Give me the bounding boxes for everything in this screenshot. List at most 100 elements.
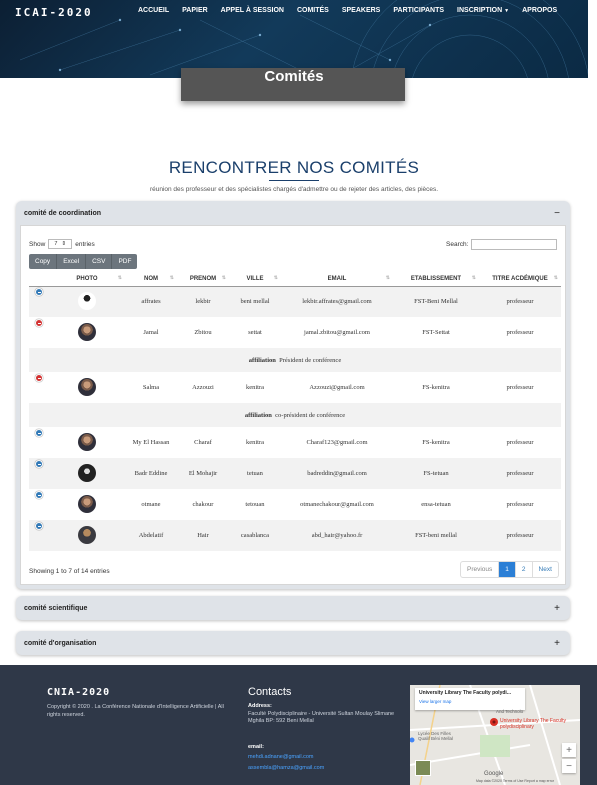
child-detail-row: affiliation co-président de conférence: [29, 403, 561, 427]
ville-cell: beni mellal: [229, 286, 281, 317]
page-length-control: Show 7 ⇕ entries: [29, 239, 95, 249]
accordion-coordination: comité de coordination − Show 7 ⇕ entries…: [16, 201, 570, 589]
expand-row-icon[interactable]: [35, 522, 43, 530]
entries-label: entries: [75, 240, 95, 248]
nav-accueil[interactable]: ACCUEIL: [138, 7, 169, 14]
csv-button[interactable]: CSV: [86, 254, 113, 269]
nom-cell: affrates: [125, 286, 177, 317]
column-header-ville[interactable]: VILLE ⇅: [229, 272, 281, 287]
collapse-row-icon[interactable]: [35, 319, 43, 327]
map-label: And Technolo: [496, 709, 524, 714]
column-header-prenom[interactable]: PRENOM ⇅: [177, 272, 229, 287]
column-header-label: PHOTO: [76, 275, 98, 282]
prenom-cell: Zbitou: [194, 329, 212, 336]
page-1-button[interactable]: 1: [499, 562, 516, 577]
expand-row-icon[interactable]: [35, 460, 43, 468]
zoom-out-button[interactable]: −: [562, 759, 576, 773]
child-detail-cell: affiliation co-président de conférence: [29, 403, 561, 427]
table-row: My El Hassan Charaf kenitra Charaf123@gm…: [29, 427, 561, 458]
table-row: Abdelatif Hair casablanca abd_hair@yahoo…: [29, 520, 561, 551]
page-length-select[interactable]: 7 ⇕: [48, 239, 73, 249]
row-control-cell: [29, 520, 49, 551]
email-link[interactable]: mehdi.adnane@gmail.com: [248, 754, 314, 760]
sort-icon: ⇅: [385, 275, 390, 281]
pdf-button[interactable]: PDF: [112, 254, 138, 269]
email-cell: Azzouzi@gmail.com: [309, 384, 365, 391]
site-brand[interactable]: ICAI-2020: [15, 6, 93, 19]
column-header-label: NOM: [144, 275, 158, 282]
section-title: RENCONTRER NOS COMITÉS: [168, 158, 420, 177]
child-value: Président de conférence: [279, 356, 342, 364]
accordion-header-organisation[interactable]: comité d'organisation +: [16, 631, 570, 655]
map-place-label: University Library The Faculty polydisci…: [500, 718, 567, 730]
excel-button[interactable]: Excel: [57, 254, 87, 269]
nom-cell: Badr Eddine: [125, 458, 177, 489]
avatar: [78, 291, 96, 310]
avatar: [78, 322, 96, 341]
nav-papier[interactable]: PAPIER: [182, 7, 208, 14]
titre-cell: professeur: [479, 520, 561, 551]
etablissement-cell: ensa-tetuan: [421, 501, 451, 508]
title-underline: [269, 180, 319, 181]
select-arrow-icon: ⇕: [61, 241, 67, 247]
sort-icon: ⇅: [471, 275, 476, 281]
previous-page-button[interactable]: Previous: [461, 562, 500, 577]
nom-cell: Jamal: [143, 329, 159, 336]
nom-cell: Abdelatif: [125, 520, 177, 551]
column-header-nom[interactable]: NOM ⇅: [125, 272, 177, 287]
next-page-button[interactable]: Next: [533, 562, 558, 577]
ville-cell: casablanca: [229, 520, 281, 551]
accordion-organisation: comité d'organisation +: [16, 631, 570, 655]
copy-button[interactable]: Copy: [29, 254, 58, 269]
table-row: affrates lekbir beni mellal lekbir.affra…: [29, 286, 561, 317]
expand-row-icon[interactable]: [35, 491, 43, 499]
column-header-photo[interactable]: PHOTO ⇅: [49, 272, 125, 287]
control-column-header: [29, 272, 49, 287]
export-buttons: Copy Excel CSV PDF: [29, 254, 138, 269]
accordion-header-scientifique[interactable]: comité scientifique +: [16, 596, 570, 620]
expand-row-icon[interactable]: [35, 288, 43, 297]
avatar: [78, 525, 96, 544]
view-larger-map-link[interactable]: View larger map: [419, 699, 521, 704]
column-header-etablissement[interactable]: ETABLISSEMENT ⇅: [393, 272, 479, 287]
collapse-row-icon[interactable]: [35, 374, 43, 382]
accordion-title: comité d'organisation: [24, 639, 97, 647]
accordion-header-coordination[interactable]: comité de coordination −: [16, 201, 570, 225]
column-header-email[interactable]: EMAIL ⇅: [281, 272, 393, 287]
child-label: affiliation: [244, 411, 272, 419]
email-cell: badreddin@gmail.com: [281, 458, 393, 489]
nav-participants[interactable]: PARTICIPANTS: [393, 7, 444, 14]
nav-apropos[interactable]: APROPOS: [522, 7, 557, 14]
location-map[interactable]: University Library The Faculty polydi...…: [410, 685, 580, 785]
satellite-toggle[interactable]: [415, 760, 431, 776]
map-card-title: University Library The Faculty polydi...: [419, 690, 511, 696]
address-text: Faculté Polydisciplinaire - Université S…: [248, 711, 395, 724]
committee-table: PHOTO ⇅ NOM ⇅ PRENOM ⇅ VILLE ⇅ EMAIL ⇅ ETABLI…: [29, 272, 561, 551]
ville-cell: settat: [248, 329, 262, 336]
page-title: Comités: [264, 68, 324, 85]
page-2-button[interactable]: 2: [516, 562, 533, 577]
map-info-card: University Library The Faculty polydi...…: [415, 688, 525, 710]
etablissement-cell: FST-beni mellal: [393, 520, 479, 551]
sort-icon: ⇅: [273, 275, 278, 281]
show-label: Show: [29, 240, 46, 248]
row-control-cell: [29, 458, 49, 489]
photo-cell: [49, 458, 125, 489]
nav-comites[interactable]: COMITÉS: [297, 7, 329, 14]
nav-appel-session[interactable]: APPEL À SESSION: [221, 7, 284, 14]
email-link[interactable]: assembla@hamza@gmail.com: [248, 765, 324, 771]
nav-inscription[interactable]: INSCRIPTION ▼: [457, 7, 509, 14]
nav-speakers[interactable]: SPEAKERS: [342, 7, 381, 14]
photo-cell: [49, 286, 125, 317]
column-header-label: VILLE: [246, 275, 264, 282]
sort-icon: ⇅: [117, 275, 122, 281]
zoom-in-button[interactable]: +: [562, 743, 576, 757]
avatar: [78, 377, 96, 396]
expand-row-icon[interactable]: [35, 429, 43, 437]
search-input[interactable]: [471, 239, 558, 250]
ville-cell: tetouan: [245, 501, 265, 508]
table-search: Search:: [446, 239, 558, 250]
nom-cell: My El Hassan: [132, 439, 170, 446]
column-header-titre[interactable]: TITRE ACDÉMIQUE ⇅: [479, 272, 561, 287]
titre-cell: professeur: [506, 501, 534, 508]
